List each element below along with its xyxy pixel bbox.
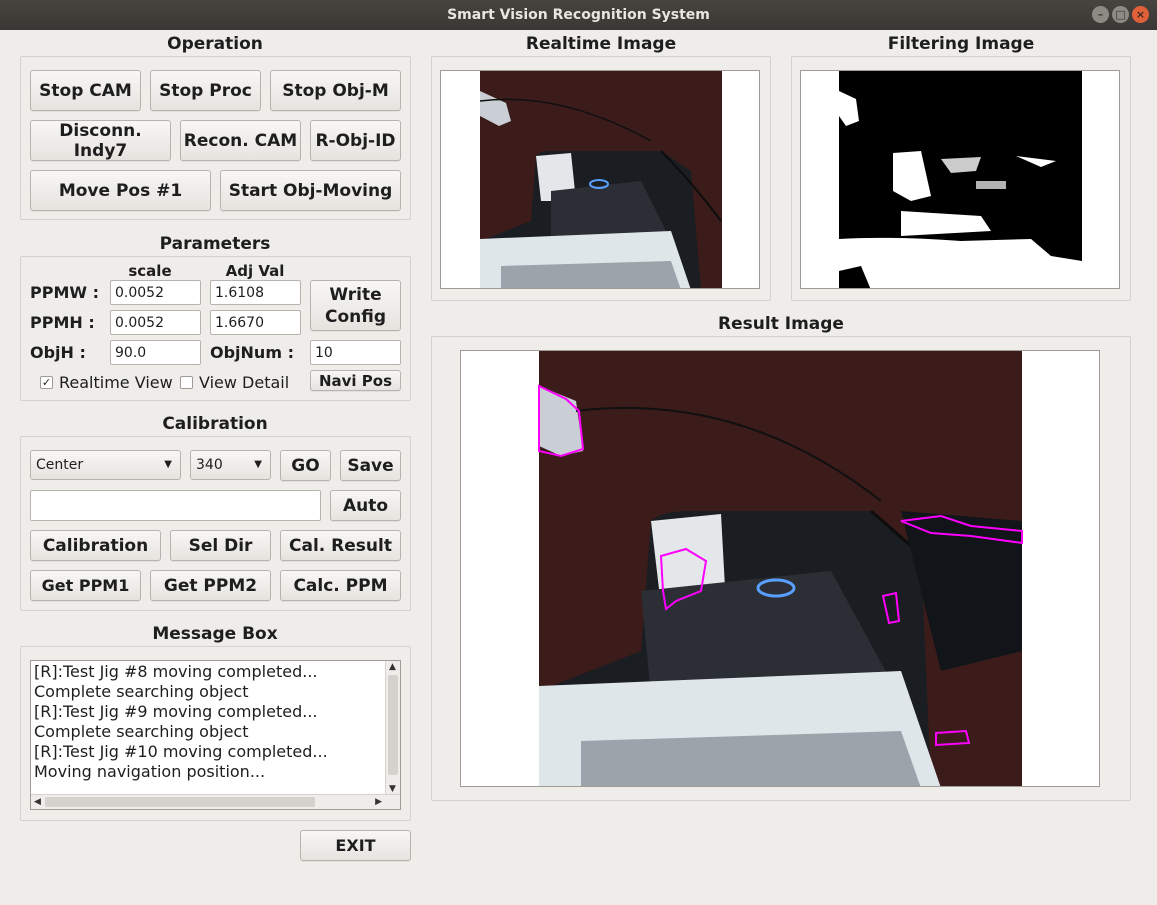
result-image bbox=[460, 350, 1100, 787]
message-line: Moving navigation position... bbox=[34, 762, 266, 781]
get-ppm2-button[interactable]: Get PPM2 bbox=[150, 570, 271, 601]
calibration-title: Calibration bbox=[162, 414, 268, 434]
ppmh-scale-field[interactable]: 0.0052 bbox=[110, 310, 201, 335]
r-obj-id-button[interactable]: R-Obj-ID bbox=[310, 120, 401, 161]
move-pos-button[interactable]: Move Pos #1 bbox=[30, 170, 211, 211]
stop-cam-button[interactable]: Stop CAM bbox=[30, 70, 141, 111]
maximize-icon[interactable]: □ bbox=[1112, 6, 1129, 23]
close-icon[interactable]: × bbox=[1132, 6, 1149, 23]
ppmw-scale-field[interactable]: 0.0052 bbox=[110, 280, 201, 305]
realtime-view-label: Realtime View bbox=[59, 373, 173, 392]
objh-field[interactable]: 90.0 bbox=[110, 340, 201, 365]
reconnect-cam-button[interactable]: Recon. CAM bbox=[180, 120, 301, 161]
scroll-down-icon[interactable]: ▼ bbox=[389, 784, 396, 794]
adj-val-column-header: Adj Val bbox=[225, 262, 285, 280]
go-button[interactable]: GO bbox=[280, 450, 331, 481]
result-image-title: Result Image bbox=[718, 314, 844, 334]
realtime-view-checkbox[interactable]: ✓ Realtime View bbox=[40, 373, 173, 392]
stop-obj-moving-button[interactable]: Stop Obj-M bbox=[270, 70, 401, 111]
message-log[interactable]: [R]:Test Jig #8 moving completed... Compl… bbox=[30, 660, 401, 810]
ppmh-adj-field[interactable]: 1.6670 bbox=[210, 310, 301, 335]
message-line: [R]:Test Jig #8 moving completed... bbox=[34, 662, 318, 681]
message-lines: [R]:Test Jig #8 moving completed... Compl… bbox=[34, 662, 328, 782]
start-obj-moving-button[interactable]: Start Obj-Moving bbox=[220, 170, 401, 211]
operation-title: Operation bbox=[167, 34, 263, 54]
realtime-image bbox=[440, 70, 760, 289]
view-detail-checkbox[interactable]: View Detail bbox=[180, 373, 289, 392]
chevron-down-icon: ▼ bbox=[164, 459, 172, 470]
window-controls: – □ × bbox=[1092, 6, 1149, 23]
get-ppm1-button[interactable]: Get PPM1 bbox=[30, 570, 141, 601]
realtime-image-title: Realtime Image bbox=[525, 34, 677, 54]
parameters-title: Parameters bbox=[159, 234, 271, 254]
write-config-button[interactable]: Write Config bbox=[310, 280, 401, 331]
message-line: [R]:Test Jig #9 moving completed... bbox=[34, 702, 318, 721]
ppmw-label: PPMW : bbox=[30, 283, 99, 302]
stop-proc-button[interactable]: Stop Proc bbox=[150, 70, 261, 111]
exit-button[interactable]: EXIT bbox=[300, 830, 411, 861]
horizontal-scrollbar[interactable]: ◀ ▶ bbox=[31, 794, 400, 809]
scroll-thumb[interactable] bbox=[45, 797, 315, 807]
chevron-down-icon: ▼ bbox=[254, 459, 262, 470]
scroll-thumb[interactable] bbox=[388, 675, 398, 775]
ppmw-adj-field[interactable]: 1.6108 bbox=[210, 280, 301, 305]
navi-pos-button[interactable]: Navi Pos bbox=[310, 370, 401, 391]
scale-column-header: scale bbox=[128, 262, 172, 280]
message-line: [R]:Test Jig #10 moving completed... bbox=[34, 742, 328, 761]
objnum-field[interactable]: 10 bbox=[310, 340, 401, 365]
value-select[interactable]: 340 ▼ bbox=[190, 450, 271, 480]
checkmark-icon[interactable]: ✓ bbox=[40, 376, 53, 389]
disconnect-indy7-button[interactable]: Disconn. Indy7 bbox=[30, 120, 171, 161]
message-line: Complete searching object bbox=[34, 722, 249, 741]
auto-button[interactable]: Auto bbox=[330, 490, 401, 521]
vertical-scrollbar[interactable]: ▲ ▼ bbox=[385, 661, 400, 795]
objh-label: ObjH : bbox=[30, 343, 86, 362]
scroll-up-icon[interactable]: ▲ bbox=[389, 662, 396, 672]
sel-dir-button[interactable]: Sel Dir bbox=[170, 530, 271, 561]
objnum-label: ObjNum : bbox=[210, 343, 294, 362]
message-box-title: Message Box bbox=[152, 624, 278, 644]
cal-result-button[interactable]: Cal. Result bbox=[280, 530, 401, 561]
position-select-value: Center bbox=[36, 457, 84, 473]
position-select[interactable]: Center ▼ bbox=[30, 450, 181, 480]
calibration-button[interactable]: Calibration bbox=[30, 530, 161, 561]
minimize-icon[interactable]: – bbox=[1092, 6, 1109, 23]
ppmh-label: PPMH : bbox=[30, 313, 95, 332]
save-button[interactable]: Save bbox=[340, 450, 401, 481]
calc-ppm-button[interactable]: Calc. PPM bbox=[280, 570, 401, 601]
view-detail-label: View Detail bbox=[199, 373, 290, 392]
calibration-text-input[interactable] bbox=[30, 490, 321, 521]
window-titlebar: Smart Vision Recognition System – □ × bbox=[0, 0, 1157, 30]
message-line: Complete searching object bbox=[34, 682, 249, 701]
scroll-left-icon[interactable]: ◀ bbox=[34, 797, 41, 807]
window-title: Smart Vision Recognition System bbox=[447, 7, 710, 23]
filtering-image-title: Filtering Image bbox=[887, 34, 1035, 54]
unchecked-box-icon[interactable] bbox=[180, 376, 193, 389]
value-select-value: 340 bbox=[196, 457, 223, 473]
filtering-image bbox=[800, 70, 1120, 289]
scroll-right-icon[interactable]: ▶ bbox=[375, 797, 382, 807]
